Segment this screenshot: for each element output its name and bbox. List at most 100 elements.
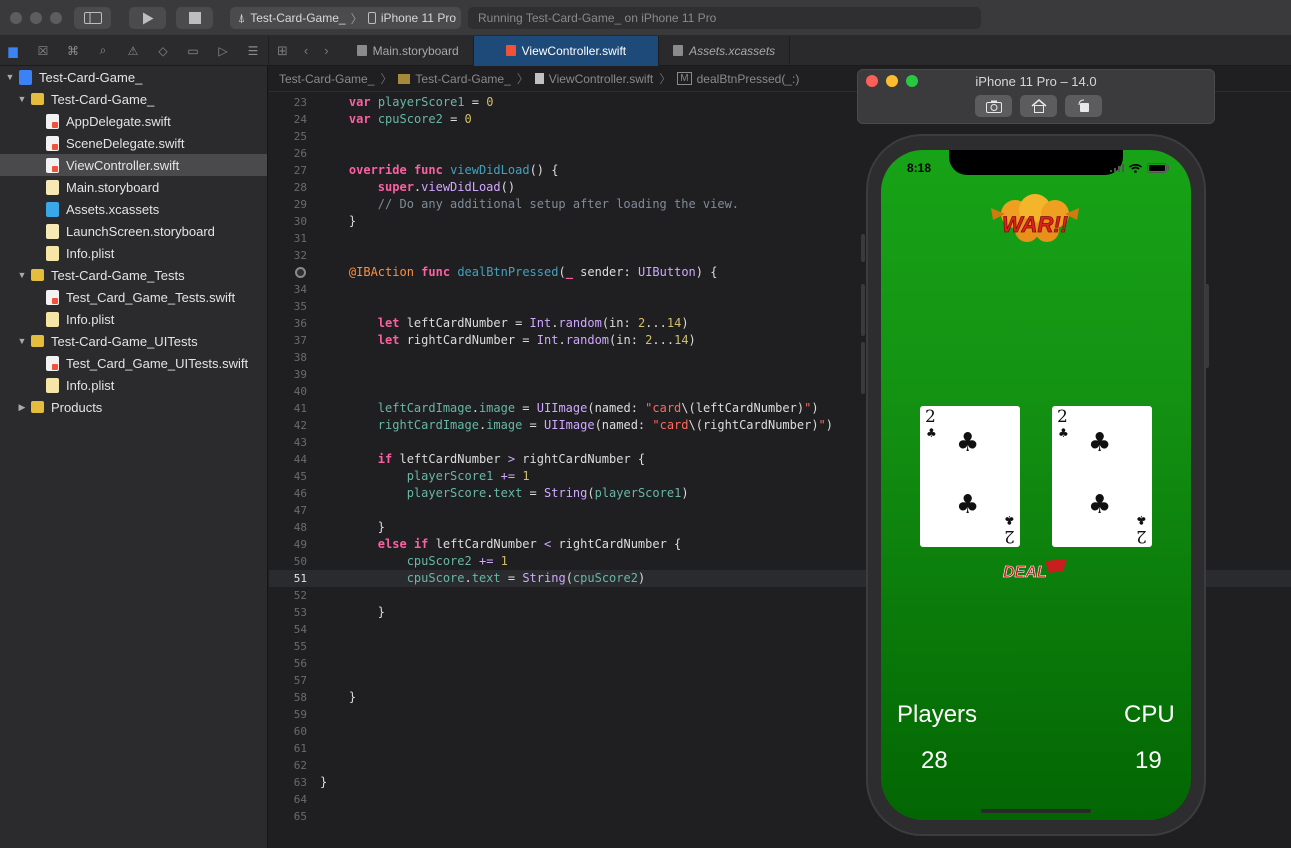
club-icon: ♣ (1058, 426, 1069, 440)
tree-row-file[interactable]: SceneDelegate.swift (0, 132, 267, 154)
club-icon: ♣ (1088, 428, 1112, 458)
folder-icon (31, 93, 44, 105)
tree-row-label: Info.plist (66, 311, 115, 327)
tree-row-file[interactable]: LaunchScreen.storyboard (0, 220, 267, 242)
tab-label: Main.storyboard (372, 43, 459, 58)
tree-row-label: Assets.xcassets (66, 201, 160, 217)
report-navigator-icon[interactable]: ☰ (246, 44, 260, 58)
activity-status-text: Running Test-Card-Game_ on iPhone 11 Pro (478, 11, 717, 25)
card-rank: 2 (1136, 526, 1147, 546)
source-control-navigator-icon[interactable]: ☒ (36, 44, 50, 58)
tab-main-storyboard[interactable]: Main.storyboard (343, 35, 474, 66)
tree-row-file[interactable]: Test_Card_Game_Tests.swift (0, 286, 267, 308)
related-items-icon[interactable]: ⊞ (277, 43, 288, 59)
tab-viewcontroller-swift[interactable]: ViewController.swift (473, 35, 660, 66)
disclosure-triangle-icon[interactable]: ▼ (4, 72, 16, 82)
tree-row-label: AppDelegate.swift (66, 113, 171, 129)
ibaction-connection-icon[interactable] (295, 267, 306, 278)
tree-row-file[interactable]: Info.plist (0, 242, 267, 264)
screenshot-button[interactable] (975, 95, 1012, 117)
simulator-screen[interactable]: 8:18 WAR!! 2 ♣ ♣ ♣ 2 ♣ 2 ♣ ♣ ♣ 2 ♣ DEAL … (881, 150, 1191, 820)
xcode-project-icon (19, 69, 32, 85)
tab-label: Assets.xcassets (689, 43, 776, 58)
back-arrow-icon[interactable]: ‹ (304, 43, 308, 58)
tree-row-file[interactable]: Assets.xcassets (0, 198, 267, 220)
tab-assets-xcassets[interactable]: Assets.xcassets (659, 35, 791, 66)
xcode-toolbar: ⍋ Test-Card-Game_ 〉 iPhone 11 Pro Runnin… (0, 0, 1291, 36)
storyboard-file-icon (46, 223, 59, 239)
tree-row-file[interactable]: Info.plist (0, 374, 267, 396)
debug-navigator-icon[interactable]: ▭ (186, 44, 200, 58)
right-card-image: 2 ♣ ♣ ♣ 2 ♣ (1052, 406, 1152, 547)
card-corner-rotated: 2 ♣ (1004, 513, 1015, 546)
tree-row-group-products[interactable]: ▶ Products (0, 396, 267, 418)
club-icon: ♣ (956, 490, 980, 520)
editor-tab-bar: ⊞ ‹ › Main.storyboard ViewController.swi… (269, 35, 1291, 66)
tree-row-group-tests[interactable]: ▼ Test-Card-Game_Tests (0, 264, 267, 286)
device-icon (367, 12, 376, 24)
tree-row-label: Test-Card-Game_ (39, 69, 143, 85)
deal-button[interactable]: DEAL (1001, 557, 1071, 583)
jump-bar-item-group[interactable]: Test-Card-Game_ (415, 72, 510, 86)
home-indicator[interactable] (981, 809, 1091, 813)
sidebar-toggle-button[interactable] (74, 7, 111, 29)
disclosure-triangle-icon[interactable]: ▶ (16, 402, 28, 413)
deal-button-label: DEAL (1003, 564, 1047, 581)
project-navigator: ▼ Test-Card-Game_ ▼ Test-Card-Game_ AppD… (0, 66, 268, 848)
status-bar-icons (1110, 163, 1169, 173)
stop-button[interactable] (176, 7, 213, 29)
card-rank: 2 (1004, 526, 1015, 546)
tree-row-project[interactable]: ▼ Test-Card-Game_ (0, 66, 267, 88)
tree-row-file[interactable]: Test_Card_Game_UITests.swift (0, 352, 267, 374)
disclosure-triangle-icon[interactable]: ▼ (16, 336, 28, 346)
club-icon: ♣ (956, 428, 980, 458)
tree-row-label: Test-Card-Game_ (51, 91, 155, 107)
forward-arrow-icon[interactable]: › (324, 43, 328, 58)
tree-row-group-main[interactable]: ▼ Test-Card-Game_ (0, 88, 267, 110)
find-navigator-icon[interactable]: ⌕ (96, 43, 110, 58)
tree-row-label: ViewController.swift (66, 157, 180, 173)
club-icon: ♣ (926, 426, 937, 440)
club-icon: ♣ (1136, 513, 1147, 527)
tab-label: ViewController.swift (521, 43, 627, 58)
home-button[interactable] (1020, 95, 1057, 117)
card-corner-rotated: 2 ♣ (1136, 513, 1147, 546)
swift-file-icon (46, 113, 59, 129)
scheme-device-label: iPhone 11 Pro (380, 11, 456, 25)
tree-row-label: Products (51, 399, 103, 415)
wifi-icon (1129, 163, 1142, 173)
tree-row-label: Test-Card-Game_UITests (51, 333, 198, 349)
project-navigator-icon[interactable]: ▆ (6, 44, 20, 58)
tree-row-file-selected[interactable]: ViewController.swift (0, 154, 267, 176)
close-window-button[interactable] (10, 12, 22, 24)
jump-bar-item-method[interactable]: dealBtnPressed(_:) (697, 72, 800, 86)
breakpoint-navigator-icon[interactable]: ▷ (216, 44, 230, 58)
tree-row-file[interactable]: AppDelegate.swift (0, 110, 267, 132)
cpu-score: 19 (1135, 747, 1162, 774)
mute-switch (861, 234, 865, 262)
camera-icon (985, 100, 1002, 113)
rotate-button[interactable] (1065, 95, 1102, 117)
tree-row-label: Main.storyboard (66, 179, 160, 195)
zoom-window-button[interactable] (50, 12, 62, 24)
tree-row-file[interactable]: Main.storyboard (0, 176, 267, 198)
test-navigator-icon[interactable]: ◇ (156, 44, 170, 58)
disclosure-triangle-icon[interactable]: ▼ (16, 270, 28, 280)
jump-bar-item-file[interactable]: ViewController.swift (549, 72, 653, 86)
tree-row-group-uitests[interactable]: ▼ Test-Card-Game_UITests (0, 330, 267, 352)
swift-file-icon (46, 289, 59, 305)
folder-icon (398, 73, 411, 84)
issue-navigator-icon[interactable]: ⚠ (126, 44, 140, 58)
jump-bar-item-project[interactable]: Test-Card-Game_ (279, 72, 374, 86)
disclosure-triangle-icon[interactable]: ▼ (16, 94, 28, 104)
players-label: Players (897, 701, 978, 728)
method-badge-icon: M (677, 72, 692, 85)
minimize-window-button[interactable] (30, 12, 42, 24)
run-button[interactable] (129, 7, 166, 29)
scheme-selector[interactable]: ⍋ Test-Card-Game_ 〉 iPhone 11 Pro (230, 7, 461, 29)
symbol-navigator-icon[interactable]: ⌘ (66, 44, 80, 58)
tree-row-file[interactable]: Info.plist (0, 308, 267, 330)
home-icon (1031, 99, 1046, 113)
plist-file-icon (46, 245, 59, 261)
swift-file-icon (534, 73, 544, 84)
